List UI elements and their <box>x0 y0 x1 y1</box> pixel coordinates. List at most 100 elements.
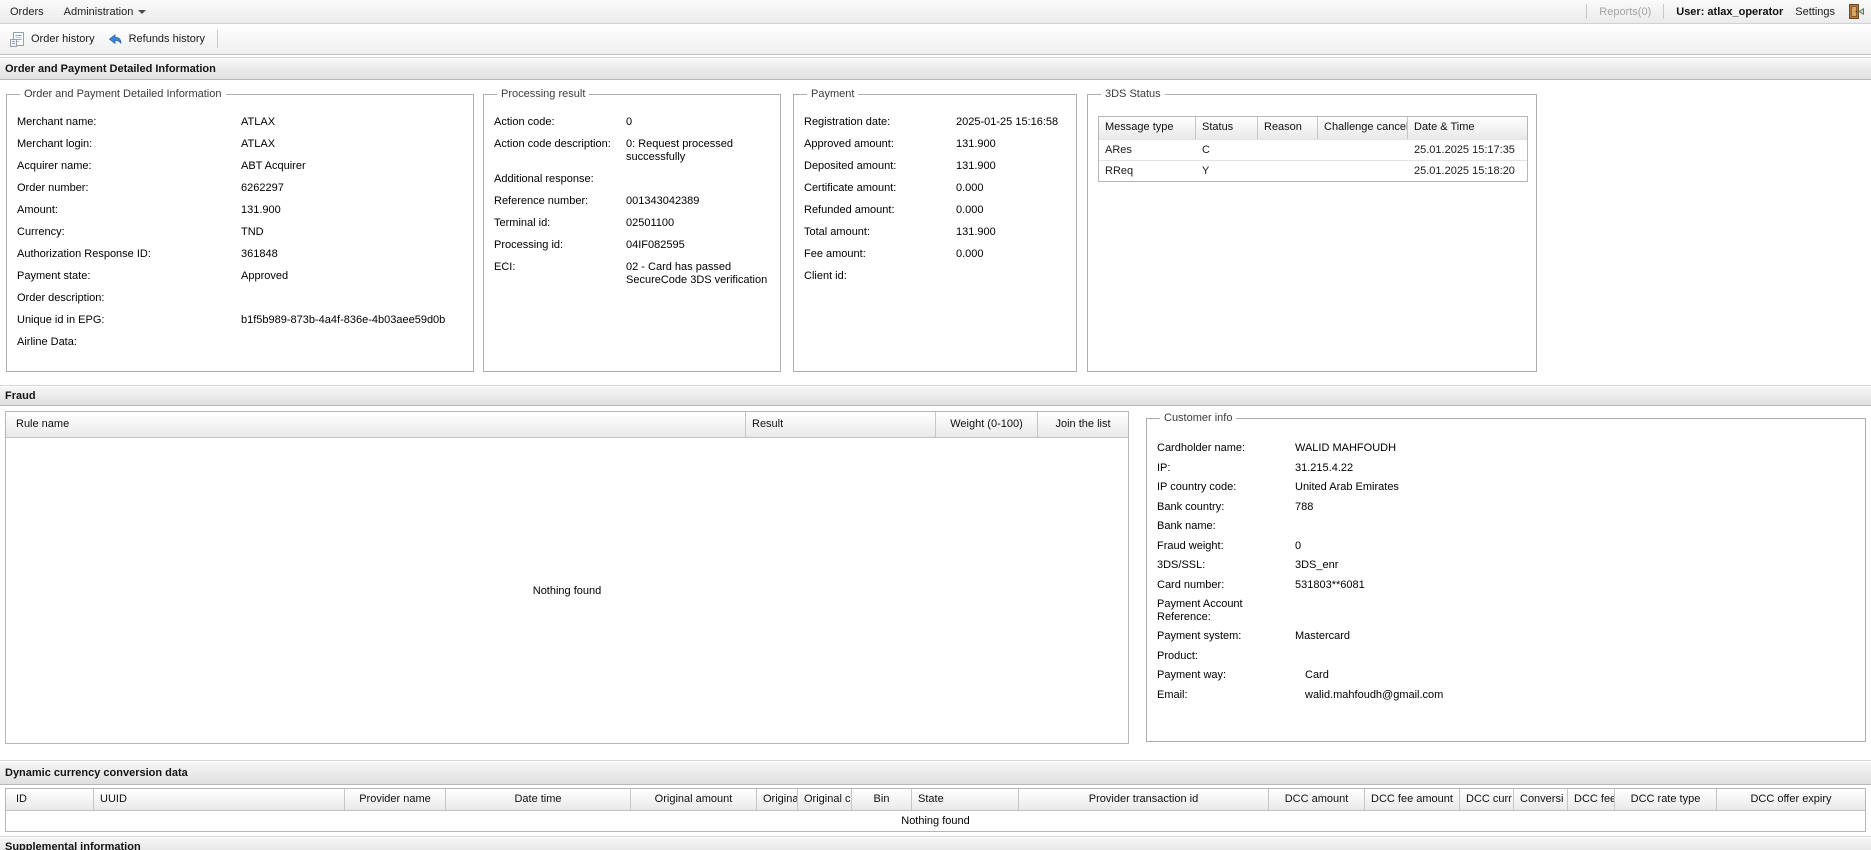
row-order-description: Order description: <box>17 292 465 305</box>
field-label: Client id: <box>804 270 847 282</box>
field-label: Payment Account Reference: <box>1157 598 1243 623</box>
column-header-bin[interactable]: Bin <box>852 789 912 810</box>
row-additional-response: Additional response: <box>494 173 772 186</box>
refunds-history-icon <box>108 33 121 44</box>
field-value: 131.900 <box>956 138 996 150</box>
column-header-dcc-fee[interactable]: DCC fee <box>1568 789 1615 810</box>
menu-settings[interactable]: Settings <box>1795 6 1835 18</box>
column-header-dcc-currency[interactable]: DCC curr <box>1460 789 1514 810</box>
column-header-uuid[interactable]: UUID <box>94 789 345 810</box>
row-bank-name: Bank name: <box>1157 520 1857 533</box>
field-label: Email: <box>1157 688 1188 701</box>
field-value: United Arab Emirates <box>1295 481 1399 493</box>
field-label: Product: <box>1157 649 1198 662</box>
section-header-main: Order and Payment Detailed Information <box>0 57 1871 80</box>
column-header-provider-name[interactable]: Provider name <box>345 789 446 810</box>
column-header-original-amount[interactable]: Original amount <box>631 789 757 810</box>
row-merchant-name: Merchant name: ATLAX <box>17 116 465 129</box>
field-value: 31.215.4.22 <box>1295 461 1354 474</box>
column-header-dcc-fee-amount[interactable]: DCC fee amount <box>1365 789 1460 810</box>
field-label: Bank country: <box>1157 500 1225 513</box>
row-ip-country-code: IP country code: United Arab Emirates <box>1157 481 1857 494</box>
field-label: Bank name: <box>1157 520 1216 532</box>
field-label: Order description: <box>17 292 105 304</box>
row-total-amount: Total amount: 131.900 <box>804 226 1068 239</box>
column-header-rule-name[interactable]: Rule name <box>6 412 746 437</box>
column-header-message-type[interactable]: Message type <box>1099 117 1196 139</box>
column-header-status[interactable]: Status <box>1196 117 1258 139</box>
field-value: 0 <box>626 116 633 128</box>
row-amount: Amount: 131.900 <box>17 204 465 217</box>
menu-orders[interactable]: Orders <box>8 6 54 18</box>
column-header-original-currency[interactable]: Original c <box>798 789 852 810</box>
field-value <box>1295 520 1857 533</box>
order-history-button[interactable]: Order history <box>5 28 103 51</box>
field-label: Merchant login: <box>17 138 93 150</box>
field-label: Unique id in EPG: <box>17 314 105 326</box>
field-label: Approved amount: <box>804 138 894 150</box>
column-header-challenge-cancel[interactable]: Challenge cancel <box>1318 117 1408 139</box>
table-row[interactable]: RReq Y 25.01.2025 15:18:20 <box>1099 160 1527 181</box>
field-label: Card number: <box>1157 578 1225 591</box>
row-bank-country: Bank country: 788 <box>1157 501 1857 514</box>
field-value: 02 - Card has passed SecureCode 3DS veri… <box>626 261 768 286</box>
field-value: b1f5b989-873b-4a4f-836e-4b03aee59d0b <box>241 314 446 326</box>
row-payment-system: Payment system: Mastercard <box>1157 630 1857 643</box>
field-value: 2025-01-25 15:16:58 <box>956 116 1059 128</box>
field-label: IP country code: <box>1157 481 1237 493</box>
field-value: 04IF082595 <box>626 239 685 251</box>
cell-reason <box>1258 140 1318 160</box>
column-header-id[interactable]: ID <box>6 789 94 810</box>
field-label: Merchant name: <box>17 116 97 128</box>
column-header-conversion[interactable]: Conversi <box>1514 789 1568 810</box>
field-label: Payment system: <box>1157 630 1242 642</box>
menubar: Orders Administration Reports(0) User: a… <box>0 0 1871 24</box>
menu-reports[interactable]: Reports(0) <box>1599 6 1651 18</box>
field-value: 6262297 <box>241 182 284 194</box>
column-header-reason[interactable]: Reason <box>1258 117 1318 139</box>
field-label: Airline Data: <box>17 336 77 348</box>
row-email: Email: walid.mahfoudh@gmail.com <box>1157 689 1857 702</box>
order-history-icon <box>10 31 24 47</box>
column-header-state[interactable]: State <box>912 789 1019 810</box>
column-header-provider-transaction-id[interactable]: Provider transaction id <box>1019 789 1269 810</box>
row-action-code-description: Action code description: 0: Request proce… <box>494 138 772 164</box>
column-header-weight[interactable]: Weight (0-100) <box>936 412 1038 437</box>
cell-reason <box>1258 161 1318 181</box>
field-label: Registration date: <box>804 116 891 128</box>
column-header-result[interactable]: Result <box>746 412 936 437</box>
field-value: ATLAX <box>241 116 276 128</box>
field-value: 531803**6081 <box>1295 578 1365 591</box>
customer-info-fieldset: Customer info Cardholder name: WALID MAHF… <box>1146 412 1866 742</box>
column-header-dcc-rate-type[interactable]: DCC rate type <box>1615 789 1717 810</box>
column-header-original-fee[interactable]: Original f <box>757 789 798 810</box>
refunds-history-button[interactable]: Refunds history <box>103 28 213 51</box>
field-value: 131.900 <box>956 226 996 238</box>
row-order-number: Order number: 6262297 <box>17 182 465 195</box>
field-value <box>1295 598 1857 623</box>
cell-challenge-cancel <box>1318 140 1408 160</box>
field-label: Reference number: <box>494 195 589 207</box>
column-header-date-time[interactable]: Date time <box>446 789 631 810</box>
field-value <box>241 292 465 305</box>
field-label: Payment state: <box>17 270 91 282</box>
row-approved-amount: Approved amount: 131.900 <box>804 138 1068 151</box>
column-header-dcc-offer-expiry[interactable]: DCC offer expiry <box>1717 789 1865 810</box>
field-value: 131.900 <box>241 204 281 216</box>
field-value: 001343042389 <box>626 195 700 207</box>
column-header-join-the-list[interactable]: Join the list <box>1038 412 1128 437</box>
field-label: Fraud weight: <box>1157 539 1224 552</box>
section-header-dcc: Dynamic currency conversion data <box>0 760 1871 785</box>
row-payment-way: Payment way: Card <box>1157 669 1857 682</box>
logout-button[interactable] <box>1847 3 1865 20</box>
menu-administration[interactable]: Administration <box>62 6 157 18</box>
cell-message-type: ARes <box>1105 144 1132 156</box>
table-row[interactable]: ARes C 25.01.2025 15:17:35 <box>1099 139 1527 160</box>
processing-result-legend: Processing result <box>501 88 586 100</box>
row-action-code: Action code: 0 <box>494 116 772 129</box>
field-label: Acquirer name: <box>17 160 92 172</box>
column-header-dcc-amount[interactable]: DCC amount <box>1269 789 1365 810</box>
field-label: Action code: <box>494 116 555 128</box>
column-header-date-time[interactable]: Date & Time <box>1408 117 1527 139</box>
cell-challenge-cancel <box>1318 161 1408 181</box>
